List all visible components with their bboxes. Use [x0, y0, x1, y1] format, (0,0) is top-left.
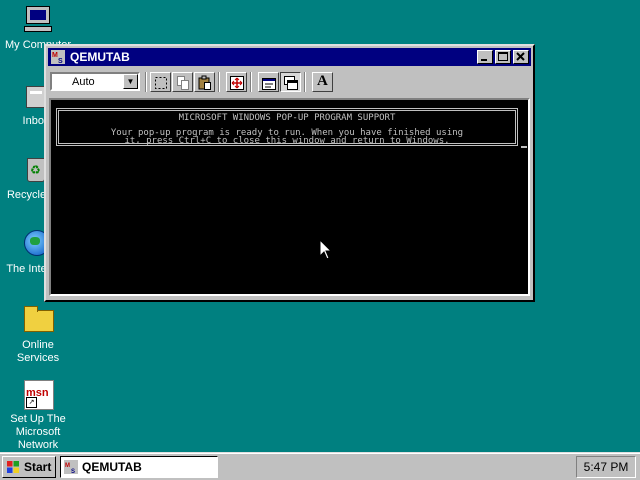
popup-support-message: MICROSOFT WINDOWS POP-UP PROGRAM SUPPORT… [56, 108, 518, 146]
taskbar-button-label: QEMUTAB [82, 460, 142, 474]
copy-button[interactable] [172, 72, 193, 92]
console-area[interactable]: MICROSOFT WINDOWS POP-UP PROGRAM SUPPORT… [49, 98, 530, 296]
toolbar-separator [304, 72, 306, 92]
toolbar-separator [218, 72, 220, 92]
mark-button[interactable] [150, 72, 171, 92]
mark-icon [155, 77, 167, 89]
paste-icon [198, 75, 211, 90]
msn-icon: msn ↗ [22, 378, 54, 410]
font-size-value: Auto [72, 76, 95, 88]
computer-icon [22, 4, 54, 36]
start-button[interactable]: Start [2, 456, 56, 478]
close-button[interactable] [513, 50, 529, 64]
desktop-icon-label: Set Up The Microsoft Network [10, 413, 66, 451]
properties-button[interactable] [258, 72, 279, 92]
background-icon [284, 76, 298, 90]
paste-button[interactable] [194, 72, 215, 92]
fullscreen-button[interactable] [226, 72, 247, 92]
mouse-pointer-icon [320, 240, 332, 260]
windows-logo-icon [7, 461, 19, 473]
svg-text:S: S [58, 58, 63, 65]
text-cursor [521, 146, 527, 148]
window-title: QEMUTAB [70, 50, 130, 64]
minimize-button[interactable] [477, 50, 493, 64]
msdos-window: M S QEMUTAB Auto ▼ A MICROSOFT WINDOWS P… [44, 44, 535, 302]
svg-text:M: M [65, 463, 70, 469]
msdos-icon: M S [64, 460, 78, 474]
font-size-select[interactable]: Auto ▼ [50, 72, 140, 91]
maximize-button[interactable] [495, 50, 511, 64]
fullscreen-icon [230, 76, 244, 90]
dropdown-arrow-icon[interactable]: ▼ [123, 74, 138, 89]
message-line-2: it, press Ctrl+C to close this window an… [124, 136, 450, 146]
copy-icon [177, 76, 189, 90]
taskbar-button-qemutab[interactable]: M S QEMUTAB [60, 456, 218, 478]
folder-icon [22, 304, 54, 336]
desktop-icon-online-services[interactable]: Online Services [2, 304, 74, 365]
message-heading: MICROSOFT WINDOWS POP-UP PROGRAM SUPPORT [178, 113, 396, 123]
toolbar-separator [250, 72, 252, 92]
window-titlebar[interactable]: M S QEMUTAB [48, 48, 531, 66]
taskbar: Start M S QEMUTAB 5:47 PM [0, 452, 640, 480]
toolbar-separator [145, 72, 147, 92]
desktop-icon-msn-setup[interactable]: msn ↗ Set Up The Microsoft Network [2, 378, 74, 452]
minimize-icon [481, 59, 487, 61]
desktop-icon-label: Online Services [16, 339, 60, 364]
font-button[interactable]: A [312, 72, 333, 92]
start-label: Start [24, 460, 52, 474]
properties-icon [262, 78, 276, 90]
font-icon: A [317, 73, 328, 89]
system-tray-clock[interactable]: 5:47 PM [576, 456, 636, 478]
msdos-icon[interactable]: M S [50, 49, 66, 65]
background-button[interactable] [280, 72, 301, 92]
maximize-icon [498, 52, 508, 61]
svg-text:S: S [71, 469, 75, 474]
window-toolbar: Auto ▼ A [48, 69, 531, 95]
close-icon [516, 52, 525, 61]
